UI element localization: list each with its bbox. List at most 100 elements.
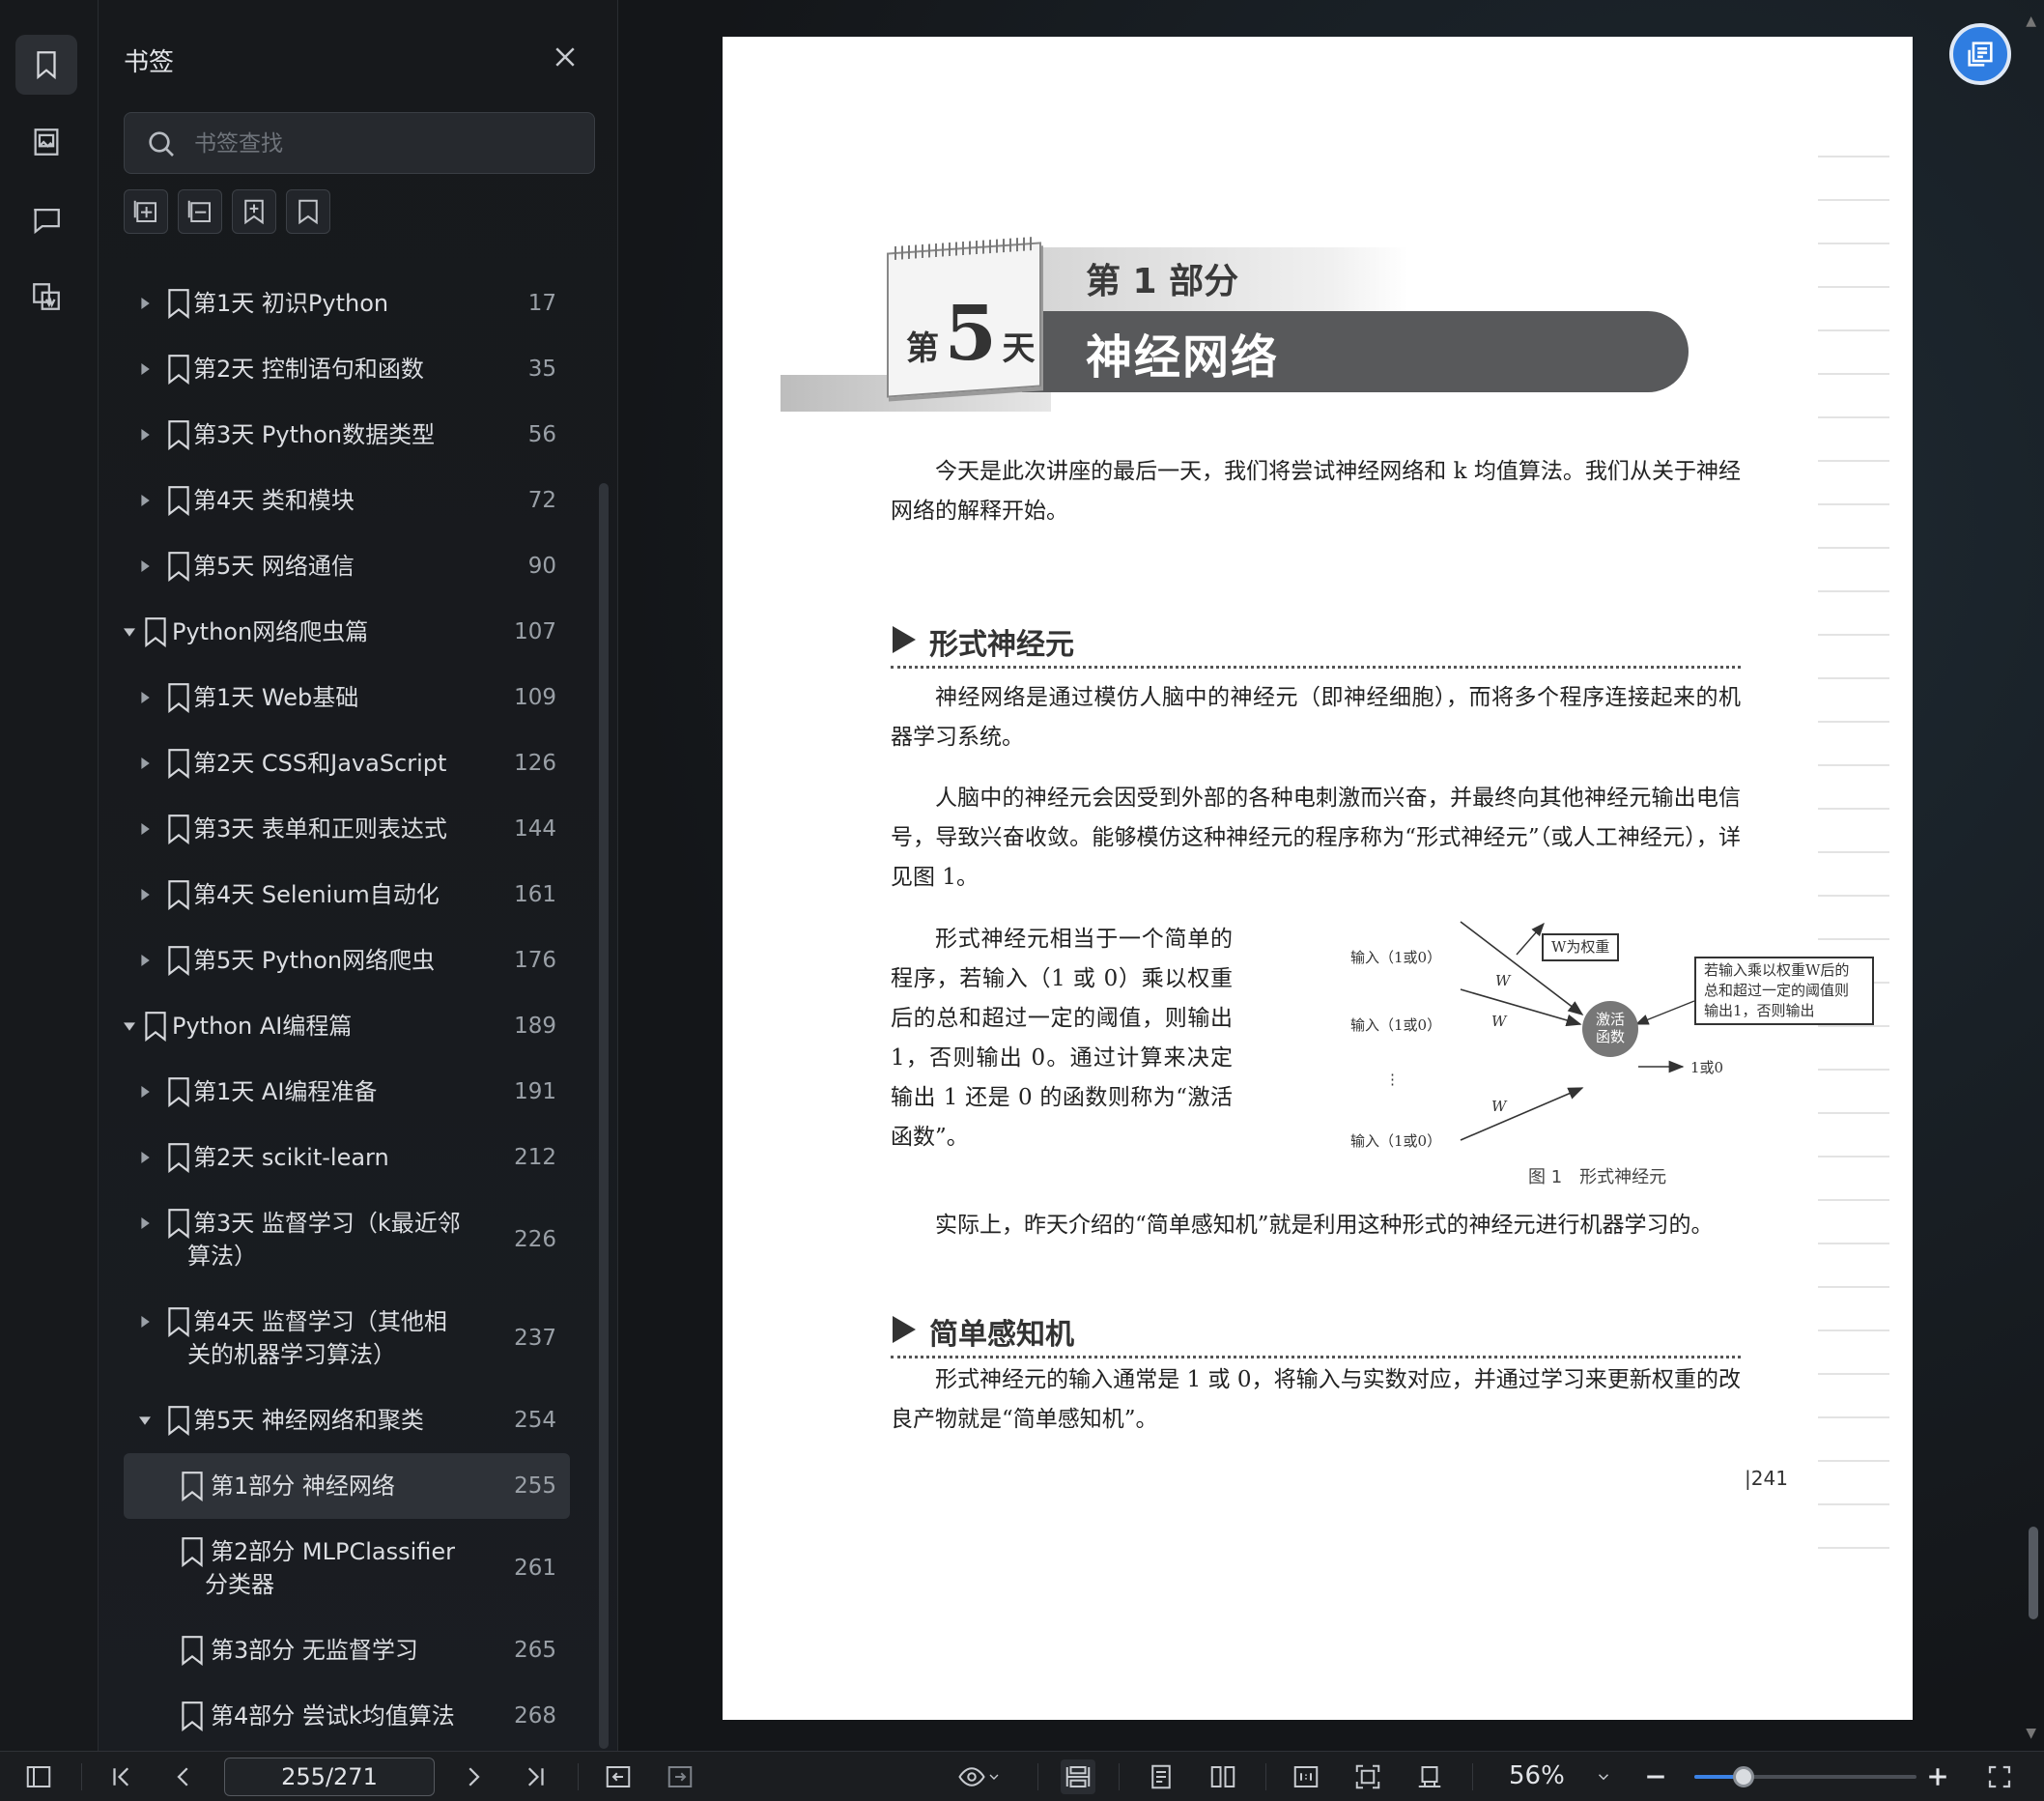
left-icon-rail [0, 0, 99, 1751]
collapse-arrow-icon[interactable] [124, 599, 137, 665]
zoom-slider-handle[interactable] [1732, 1766, 1754, 1787]
expand-arrow-icon[interactable] [139, 730, 153, 796]
expand-arrow-icon[interactable] [139, 928, 153, 993]
zoom-in-button[interactable] [1920, 1759, 1955, 1794]
bookmark-page-number: 107 [514, 619, 556, 644]
expand-arrow-icon[interactable] [139, 533, 153, 599]
collapse-arrow-icon[interactable] [139, 1387, 153, 1453]
figure-input-2: 输入（1或0） [1350, 1016, 1442, 1034]
actual-size-button[interactable] [1289, 1759, 1323, 1794]
bookmark-item[interactable]: 第4部分 尝试k均值算法 268 [124, 1683, 570, 1749]
bookmark-item[interactable]: 第1天 Web基础 109 [124, 665, 570, 730]
forward-button[interactable] [663, 1759, 697, 1794]
bookmark-item[interactable]: 第4天 监督学习（其他相 关的机器学习算法） 237 [124, 1289, 570, 1387]
expand-arrow-icon[interactable] [139, 1289, 153, 1355]
next-page-button[interactable] [456, 1759, 491, 1794]
viewer-scrollbar[interactable] [2029, 1527, 2038, 1619]
extract-panel-button[interactable] [15, 267, 77, 327]
bookmark-item[interactable]: 第4天 类和模块 72 [124, 468, 570, 533]
two-page-button[interactable] [1206, 1759, 1240, 1794]
expand-arrow-icon[interactable] [139, 1190, 153, 1256]
bookmark-icon [298, 199, 318, 225]
bookmark-page-number: 191 [514, 1079, 556, 1104]
toggle-sidebar-button[interactable] [21, 1759, 56, 1794]
bookmark-search [124, 112, 595, 174]
single-page-button[interactable] [1144, 1759, 1178, 1794]
document-page: 第 5 天 第 1 部分 神经网络 今天是此次讲座的最后一天，我们将尝试神经网络… [723, 37, 1913, 1720]
bookmark-item[interactable]: Python网络爬虫篇 107 [124, 599, 570, 665]
intro-paragraph: 今天是此次讲座的最后一天，我们将尝试神经网络和 k 均值算法。我们从关于神经网络… [891, 459, 1741, 524]
expand-arrow-icon[interactable] [139, 665, 153, 730]
bookmark-item[interactable]: 第5天 网络通信 90 [124, 533, 570, 599]
bookmark-item[interactable]: 第2天 控制语句和函数 35 [124, 336, 570, 402]
fullscreen-button[interactable] [1982, 1759, 2017, 1794]
expand-arrow-icon[interactable] [139, 402, 153, 468]
expand-arrow-icon[interactable] [139, 862, 153, 928]
bookmark-item[interactable]: 第3部分 无监督学习 265 [124, 1617, 570, 1683]
bookmark-item[interactable]: Python AI编程篇 189 [124, 993, 570, 1059]
thumbnail-panel-button[interactable] [15, 112, 77, 172]
floating-action-button[interactable] [1949, 23, 2011, 85]
bookmark-panel-button[interactable] [15, 35, 77, 95]
bookmark-item[interactable]: 第5天 神经网络和聚类 254 [124, 1387, 570, 1453]
bookmark-label: 第1天 Web基础 [193, 684, 359, 711]
bookmark-item[interactable]: 第1天 初识Python 17 [124, 271, 570, 336]
bookmark-search-input[interactable] [194, 125, 581, 163]
back-button[interactable] [601, 1759, 636, 1794]
bookmark-label: Python网络爬虫篇 [172, 618, 369, 645]
annotation-panel-button[interactable] [15, 189, 77, 249]
bookmark-label: 第4部分 尝试k均值算法 [211, 1702, 455, 1730]
expand-arrow-icon[interactable] [139, 1059, 153, 1125]
node-label-2: 函数 [1595, 1028, 1625, 1045]
bookmark-page-number: 90 [527, 554, 556, 579]
bookmark-item[interactable]: 第3天 监督学习（k最近邻 算法） 226 [124, 1190, 570, 1289]
scroll-up-arrow[interactable]: ▲ [2026, 14, 2036, 29]
add-bookmark-button[interactable] [232, 189, 276, 234]
bookmark-item[interactable]: 第3天 Python数据类型 56 [124, 402, 570, 468]
expand-arrow-icon[interactable] [139, 271, 153, 336]
bookmark-item[interactable]: 第1天 AI编程准备 191 [124, 1059, 570, 1125]
expand-arrow-icon[interactable] [139, 468, 153, 533]
bookmark-icon [166, 419, 191, 451]
close-panel-button[interactable] [551, 43, 580, 71]
figure-weight-box: W为权重 [1542, 933, 1620, 961]
bookmark-label: 第3天 监督学习（k最近邻 [193, 1210, 461, 1237]
bookmark-label: 第5天 网络通信 [193, 553, 355, 580]
last-page-button[interactable] [518, 1759, 553, 1794]
bookmark-button[interactable] [286, 189, 330, 234]
bookmark-page-number: 126 [514, 751, 556, 776]
expand-arrow-icon[interactable] [139, 336, 153, 402]
scroll-down-arrow[interactable]: ▼ [2026, 1726, 2036, 1741]
figure-input-1: 输入（1或0） [1350, 949, 1442, 966]
paragraph-3: 形式神经元相当于一个简单的程序，若输入（1 或 0）乘以权重后的总和超过一定的阈… [891, 927, 1233, 1150]
bookmark-item[interactable]: 第2天 scikit-learn 212 [124, 1125, 570, 1190]
zoom-slider[interactable] [1694, 1766, 1916, 1787]
bookmark-label: 第1天 初识Python [193, 290, 389, 317]
panel-scrollbar[interactable] [599, 483, 609, 1749]
expand-all-button[interactable] [124, 189, 168, 234]
zoom-out-button[interactable] [1638, 1759, 1673, 1794]
fit-page-icon [1355, 1764, 1380, 1789]
collapse-all-button[interactable] [178, 189, 222, 234]
bookmark-item[interactable]: 第2部分 MLPClassifier 分类器 261 [124, 1519, 570, 1617]
fit-page-button[interactable] [1350, 1759, 1385, 1794]
bookmark-item[interactable]: 第5天 Python网络爬虫 176 [124, 928, 570, 993]
bookmark-item[interactable]: 第4天 Selenium自动化 161 [124, 862, 570, 928]
zoom-level[interactable]: 56% [1509, 1761, 1565, 1790]
fit-width-button[interactable] [1061, 1759, 1095, 1794]
bookmark-item[interactable]: 第1部分 神经网络 255 [124, 1453, 570, 1519]
bookmark-item[interactable]: 第2天 CSS和JavaScript 126 [124, 730, 570, 796]
bookmark-icon [143, 616, 168, 648]
view-mode-button[interactable] [951, 1759, 1008, 1794]
expand-arrow-icon[interactable] [139, 1125, 153, 1190]
rotate-icon [1418, 1766, 1441, 1787]
first-page-button[interactable] [104, 1759, 139, 1794]
bookmark-icon [166, 814, 191, 845]
bookmark-item[interactable]: 第3天 表单和正则表达式 144 [124, 796, 570, 862]
rotate-button[interactable] [1412, 1759, 1447, 1794]
collapse-arrow-icon[interactable] [124, 993, 137, 1059]
page-number-input[interactable] [224, 1758, 435, 1796]
previous-page-button[interactable] [166, 1759, 201, 1794]
zoom-dropdown-button[interactable] [1586, 1759, 1621, 1794]
expand-arrow-icon[interactable] [139, 796, 153, 862]
